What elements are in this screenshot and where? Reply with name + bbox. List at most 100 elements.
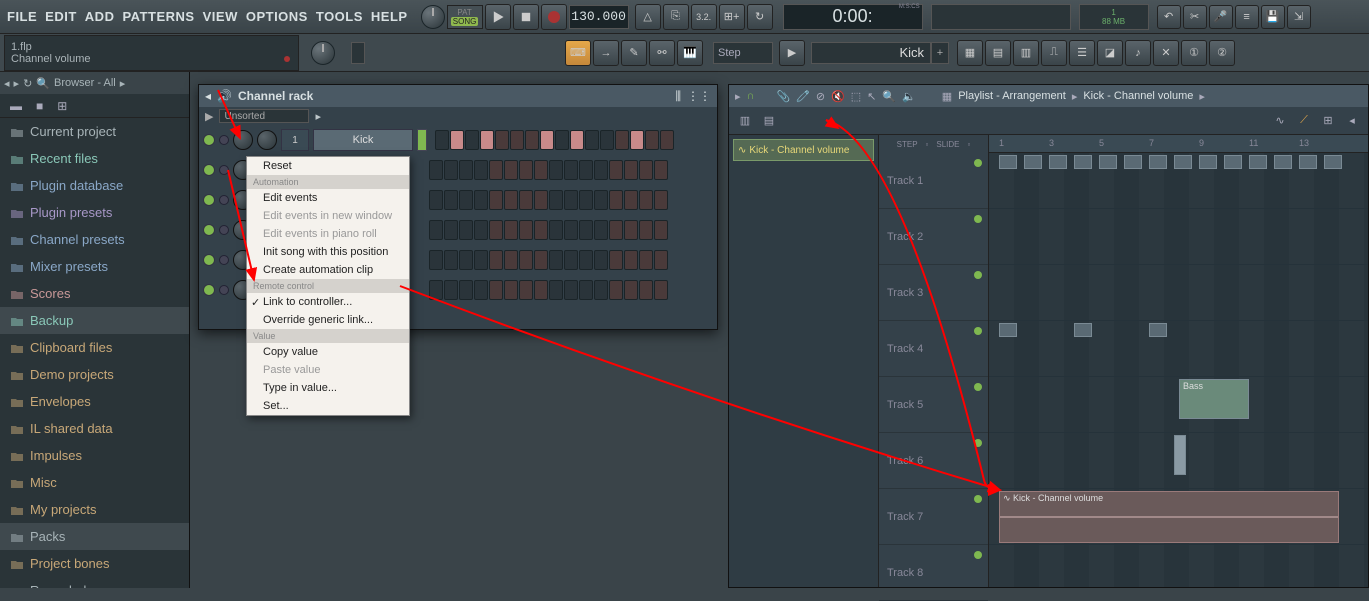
step-0[interactable] <box>429 190 443 210</box>
channel-mute[interactable] <box>219 225 229 235</box>
track-header-4[interactable]: Track 4 <box>879 321 988 377</box>
step-5[interactable] <box>504 190 518 210</box>
pl-curve-icon[interactable]: ⟋ <box>1294 111 1314 131</box>
pattern-clip[interactable] <box>1224 155 1242 169</box>
step-15[interactable] <box>660 130 674 150</box>
step-9[interactable] <box>564 190 578 210</box>
cut-button[interactable]: ✂ <box>1183 5 1207 29</box>
step-2[interactable] <box>459 280 473 300</box>
playlist-lane-4[interactable] <box>989 321 1368 377</box>
step-3[interactable] <box>474 190 488 210</box>
step-3[interactable] <box>474 280 488 300</box>
step-9[interactable] <box>564 280 578 300</box>
pl-tool-zoom-icon[interactable]: 🔍 <box>882 90 896 103</box>
channel-led[interactable] <box>203 194 215 206</box>
cr-group-arrow-icon[interactable]: ▸ <box>315 110 321 123</box>
pattern-clip[interactable] <box>1074 323 1092 337</box>
step-4[interactable] <box>489 220 503 240</box>
cr-opts-icon[interactable]: ⋮⋮ <box>687 89 711 103</box>
step-2[interactable] <box>459 250 473 270</box>
step-4[interactable] <box>489 280 503 300</box>
browser-item-channel-presets[interactable]: Channel presets <box>0 226 189 253</box>
playlist-lane-5[interactable]: Bass <box>989 377 1368 433</box>
track-mute-led[interactable] <box>974 495 982 503</box>
step-10[interactable] <box>585 130 599 150</box>
step-7[interactable] <box>534 220 548 240</box>
step-12[interactable] <box>609 190 623 210</box>
play-button[interactable] <box>485 4 511 30</box>
pl-tool-clip-icon[interactable]: 📎 <box>776 90 790 103</box>
browser-item-recorded[interactable]: Recorded <box>0 577 189 588</box>
browser-tab-1[interactable]: ▬ <box>10 99 22 113</box>
step-12[interactable] <box>609 220 623 240</box>
step-9[interactable] <box>564 250 578 270</box>
midi-button[interactable]: 🎹 <box>677 40 703 66</box>
browser-item-packs[interactable]: Packs <box>0 523 189 550</box>
pl-menu-icon[interactable]: ▸ <box>735 90 741 103</box>
ctx-link-to-controller-[interactable]: Link to controller... <box>247 293 409 311</box>
browser-tab-2[interactable]: ■ <box>36 99 43 113</box>
audio-clip[interactable] <box>1174 435 1186 475</box>
cr-audio-icon[interactable]: 🔊 <box>217 89 232 103</box>
step-5[interactable] <box>504 280 518 300</box>
step-5[interactable] <box>504 220 518 240</box>
pattern-clip[interactable] <box>999 323 1017 337</box>
pattern-clip[interactable] <box>1299 155 1317 169</box>
step-14[interactable] <box>639 280 653 300</box>
step-6[interactable] <box>519 220 533 240</box>
step-0[interactable] <box>435 130 449 150</box>
pl-tool-cursor-icon[interactable]: ↖ <box>867 90 876 103</box>
track-header-8[interactable]: Track 8 <box>879 545 988 601</box>
step-10[interactable] <box>579 160 593 180</box>
browser-button[interactable]: ☰ <box>1069 40 1095 66</box>
pl-tool-attach-icon[interactable]: 🧷 <box>796 90 810 103</box>
step-7[interactable] <box>540 130 554 150</box>
main-volume-knob[interactable] <box>421 5 445 29</box>
cr-graph-icon[interactable]: ⫼ <box>675 89 681 104</box>
channel-rack-button[interactable]: ▥ <box>1013 40 1039 66</box>
browser-item-clipboard-files[interactable]: Clipboard files <box>0 334 189 361</box>
channel-select[interactable] <box>417 129 427 151</box>
mixer-button[interactable]: ⎍ <box>1041 40 1067 66</box>
record-button[interactable] <box>541 4 567 30</box>
step-8[interactable] <box>549 280 563 300</box>
stop-button[interactable] <box>513 4 539 30</box>
browser-item-misc[interactable]: Misc <box>0 469 189 496</box>
browser-item-plugin-database[interactable]: Plugin database <box>0 172 189 199</box>
channel-led[interactable] <box>203 254 215 266</box>
step-12[interactable] <box>615 130 629 150</box>
browser-tab-3[interactable]: ⊞ <box>57 99 67 113</box>
step-2[interactable] <box>459 160 473 180</box>
step-12[interactable] <box>609 160 623 180</box>
playlist-lane-1[interactable] <box>989 153 1368 209</box>
playlist-header[interactable]: ▸ ∩ 📎 🧷 ⊘ 🔇 ⬚ ↖ 🔍 🔈 ▦ Playlist - Arrange… <box>729 85 1368 107</box>
channel-rack-header[interactable]: ◂ 🔊 Channel rack ⫼ ⋮⋮ <box>199 85 717 107</box>
step-15[interactable] <box>654 160 668 180</box>
channel-led[interactable] <box>203 164 215 176</box>
track-mute-led[interactable] <box>974 271 982 279</box>
step-3[interactable] <box>474 250 488 270</box>
browser-expand-icon[interactable]: ▸ <box>120 77 126 90</box>
pl-tool-mute-icon[interactable]: 🔇 <box>831 90 845 103</box>
pitch-slider[interactable] <box>351 42 365 64</box>
channel-mute[interactable] <box>219 255 229 265</box>
playlist-lane-3[interactable] <box>989 265 1368 321</box>
step-13[interactable] <box>624 160 638 180</box>
track-header-5[interactable]: Track 5 <box>879 377 988 433</box>
snap-selector[interactable]: Step <box>713 42 773 64</box>
menu-edit[interactable]: EDIT <box>42 7 80 26</box>
step-14[interactable] <box>639 190 653 210</box>
track-header-1[interactable]: Track 1 <box>879 153 988 209</box>
bass-clip[interactable]: Bass <box>1179 379 1249 419</box>
browser-item-current-project[interactable]: Current project <box>0 118 189 145</box>
playlist-crumb-2[interactable]: Kick - Channel volume <box>1083 90 1193 102</box>
browser-item-demo-projects[interactable]: Demo projects <box>0 361 189 388</box>
channel-mute[interactable] <box>219 195 229 205</box>
browser-reload-icon[interactable]: ↻ <box>23 77 32 90</box>
step-edit-button[interactable]: → <box>593 40 619 66</box>
step-6[interactable] <box>525 130 539 150</box>
pattern-clip[interactable] <box>1274 155 1292 169</box>
browser-back-icon[interactable]: ◂ <box>4 77 10 90</box>
step-13[interactable] <box>630 130 644 150</box>
view-1-button[interactable]: ① <box>1181 40 1207 66</box>
